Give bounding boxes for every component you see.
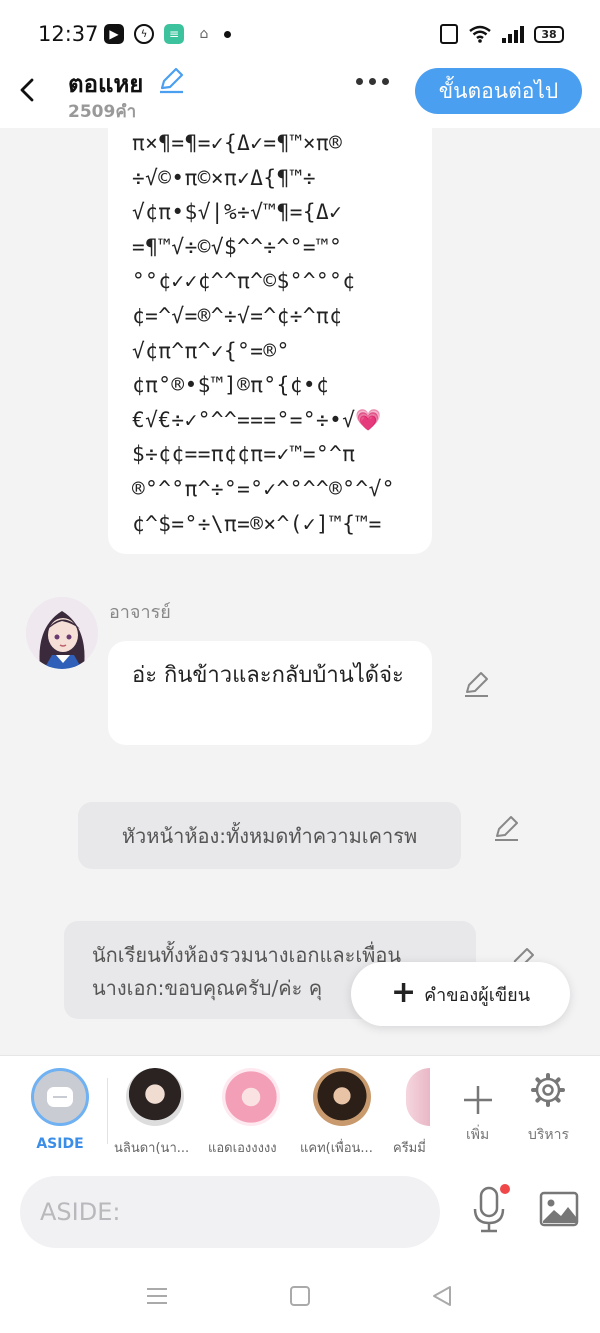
message-input[interactable] bbox=[20, 1176, 440, 1248]
more-options-icon[interactable] bbox=[356, 78, 389, 85]
plus-icon: + bbox=[390, 974, 417, 1010]
next-step-button[interactable]: ขั้นตอนต่อไป bbox=[415, 68, 582, 114]
system-icons: 38 bbox=[440, 24, 564, 44]
message-line: ¢=^√=®^÷√=^¢÷^π¢ bbox=[132, 303, 343, 328]
app-header: ตอแหย 2509คำ ขั้นตอนต่อไป bbox=[0, 67, 600, 128]
word-count: 2509คำ bbox=[68, 102, 137, 122]
character-label: นลินดา(นา... bbox=[114, 1141, 190, 1156]
add-character-icon[interactable] bbox=[458, 1070, 498, 1130]
nav-back-icon[interactable] bbox=[430, 1284, 454, 1308]
author-note-label: คำของผู้เขียน bbox=[424, 984, 531, 1006]
notification-icons: ▶ ϟ ≡ ⌂ bbox=[104, 24, 231, 44]
character-label: แอดเองงงงง bbox=[208, 1141, 277, 1156]
messenger-icon: ϟ bbox=[134, 24, 154, 44]
message-line: √¢π•$√|%÷√™¶={Δ✓ bbox=[132, 200, 343, 225]
back-arrow-icon[interactable] bbox=[16, 76, 40, 104]
home-icon[interactable] bbox=[290, 1286, 310, 1306]
more-notifications-icon bbox=[224, 30, 231, 38]
image-icon[interactable] bbox=[539, 1191, 579, 1227]
system-nav-bar bbox=[0, 1260, 600, 1333]
avatar[interactable] bbox=[26, 597, 98, 669]
narration-bubble[interactable]: หัวหน้าห้อง:ทั้งหมดทำความเคารพ bbox=[78, 802, 461, 869]
narration-text: หัวหน้าห้อง:ทั้งหมดทำความเคารพ bbox=[121, 823, 418, 848]
aside-label: ASIDE bbox=[36, 1136, 84, 1152]
recording-badge bbox=[500, 1184, 510, 1194]
character-avatar[interactable] bbox=[126, 1068, 184, 1126]
edit-message-icon[interactable] bbox=[492, 814, 520, 842]
message-line: =¶™√÷©√$^^÷^°=™° bbox=[132, 234, 343, 259]
message-line: π×¶=¶=✓{Δ✓=¶™×π® bbox=[132, 131, 343, 155]
character-avatar[interactable] bbox=[222, 1068, 280, 1126]
youtube-icon: ▶ bbox=[104, 24, 124, 44]
author-note-button[interactable]: + คำของผู้เขียน bbox=[351, 962, 570, 1026]
divider bbox=[107, 1078, 108, 1144]
battery-level: 38 bbox=[541, 27, 557, 41]
signal-icon bbox=[502, 25, 524, 43]
message-line: $÷¢¢==π¢¢π=✓™=°^π bbox=[132, 442, 356, 467]
add-character-label: เพิ่ม bbox=[466, 1127, 490, 1143]
composer-bar bbox=[0, 1165, 600, 1260]
battery-icon: 38 bbox=[534, 25, 564, 43]
message-bubble[interactable]: π×¶=¶=✓{Δ✓=¶™×π® ÷√©•π©×π✓Δ{¶™÷ √¢π•$√|%÷√… bbox=[108, 100, 432, 554]
message-line: °°¢✓✓¢^^π^©$°^°°¢ bbox=[132, 269, 356, 294]
character-avatar[interactable] bbox=[406, 1068, 430, 1126]
message-bubble[interactable]: อ่ะ กินข้าวและกลับบ้านได้จ่ะ bbox=[108, 641, 432, 745]
vibrate-icon bbox=[440, 24, 458, 44]
message-line: ¢π°®•$™]®π°{¢•¢ bbox=[132, 373, 330, 398]
message-line: ¢^$=°÷\π=®×^(✓]™{™= bbox=[132, 511, 382, 536]
character-selector: ASIDE นลินดา(นา... แอดเองงงงง แคท(เพื่อน… bbox=[0, 1055, 600, 1165]
gear-icon[interactable] bbox=[530, 1072, 566, 1108]
manage-label: บริหาร bbox=[528, 1127, 570, 1143]
teacher-avatar-image bbox=[26, 597, 98, 669]
game-icon: ⌂ bbox=[194, 24, 214, 44]
character-label: ครีมมี่ bbox=[393, 1141, 426, 1156]
edit-message-icon[interactable] bbox=[462, 670, 490, 698]
wifi-icon bbox=[469, 25, 491, 43]
chat-bubble-icon bbox=[47, 1087, 73, 1107]
sender-name: อาจารย์ bbox=[109, 602, 171, 623]
status-time: 12:37 bbox=[38, 22, 99, 46]
character-label: แคท(เพื่อน... bbox=[300, 1141, 373, 1156]
aside-character-button[interactable] bbox=[31, 1068, 89, 1126]
message-line: √¢π^π^✓{°=®° bbox=[132, 338, 290, 363]
line-icon: ≡ bbox=[164, 24, 184, 44]
message-line: ®°^°π^÷°=°✓^°^^®°^√° bbox=[132, 476, 395, 501]
edit-title-icon[interactable] bbox=[157, 66, 185, 94]
message-line: ÷√©•π©×π✓Δ{¶™÷ bbox=[132, 165, 317, 190]
message-text: π×¶=¶=✓{Δ✓=¶™×π® ÷√©•π©×π✓Δ{¶™÷ √¢π•$√|%÷√… bbox=[132, 126, 408, 541]
message-line: €√€÷✓°^^===°=°÷•√💗 bbox=[132, 407, 383, 432]
recent-apps-icon[interactable] bbox=[146, 1286, 168, 1306]
status-bar: 12:37 ▶ ϟ ≡ ⌂ 38 bbox=[0, 0, 600, 70]
character-avatar[interactable] bbox=[313, 1068, 371, 1126]
